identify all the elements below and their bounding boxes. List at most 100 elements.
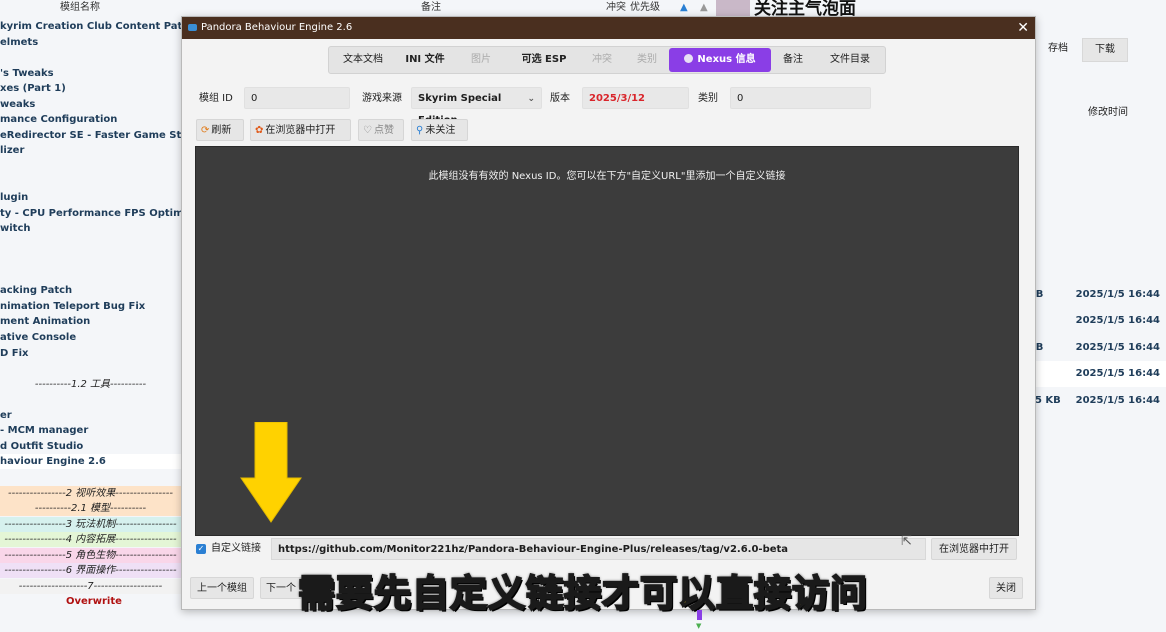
nexus-browser-view[interactable]: 此模组没有有效的 Nexus ID。您可以在下方"自定义URL"里添加一个自定义…: [195, 146, 1019, 536]
avatar: [716, 0, 750, 16]
download-row[interactable]: KB2025/1/5 16:44: [1028, 335, 1166, 361]
tab-0[interactable]: 文本文档: [329, 47, 397, 73]
dialog-title: Pandora Behaviour Engine 2.6: [201, 22, 353, 33]
mod-row[interactable]: ment Animation: [0, 314, 90, 329]
column-header-conflict[interactable]: 冲突: [606, 0, 626, 16]
column-header-modified-time[interactable]: 修改时间: [1088, 103, 1128, 118]
tab-archive[interactable]: 存档: [1036, 38, 1080, 60]
mod-row[interactable]: D Fix: [0, 346, 29, 361]
download-row[interactable]: 25 KB 2025/1/5 16:44: [1028, 388, 1166, 414]
tab-label: 可选 ESP: [521, 54, 567, 65]
tab-download[interactable]: 下载: [1082, 38, 1128, 62]
tab-5[interactable]: 类别: [625, 47, 669, 73]
mod-row[interactable]: d Outfit Studio: [0, 439, 83, 454]
game-source-select[interactable]: Skyrim Special Edition ⌄: [411, 87, 542, 126]
modified-date: 2025/1/5 16:44: [1075, 341, 1160, 353]
mod-id-field[interactable]: 0: [244, 87, 350, 109]
tab-6[interactable]: Nexus 信息: [669, 48, 771, 72]
tab-label: 图片: [471, 54, 491, 65]
progress-marker: [697, 610, 702, 620]
category-field[interactable]: 0: [730, 87, 871, 109]
video-subtitle: 需要先自定义链接才可以直接访问: [297, 571, 868, 616]
refresh-icon: ⟳: [201, 125, 210, 136]
category-label: 类别: [698, 93, 718, 104]
mod-row[interactable]: ative Console: [0, 330, 76, 345]
close-button[interactable]: 关闭: [989, 577, 1023, 599]
close-icon[interactable]: ✕: [1017, 17, 1029, 39]
tab-label: Nexus 信息: [697, 54, 756, 65]
modified-date: 2025/1/5 16:44: [1075, 315, 1160, 327]
column-header-mod-name[interactable]: 模组名称: [60, 0, 100, 16]
mod-row[interactable]: elmets: [0, 35, 38, 50]
sort-arrow-icon[interactable]: ▲: [680, 0, 688, 16]
open-custom-url-button[interactable]: 在浏览器中打开: [931, 538, 1017, 560]
modified-date: 2025/1/5 16:44: [1075, 368, 1160, 380]
custom-url-value: https://github.com/Monitor221hz/Pandora-…: [278, 544, 789, 555]
separator-row[interactable]: ----------1.2 工具----------: [0, 377, 181, 392]
no-nexus-id-message: 此模组没有有效的 Nexus ID。您可以在下方"自定义URL"里添加一个自定义…: [428, 171, 786, 182]
previous-mod-button[interactable]: 上一个模组: [190, 577, 254, 599]
tab-1[interactable]: INI 文件: [397, 47, 453, 73]
separator-row[interactable]: ----------------2 视听效果----------------: [0, 485, 181, 501]
version-label: 版本: [550, 93, 570, 104]
chevron-down-icon: ⌄: [527, 94, 535, 104]
pandora-info-dialog: Pandora Behaviour Engine 2.6 ✕ 文本文档 INI 文…: [181, 16, 1036, 610]
download-row[interactable]: KB2025/1/5 16:44: [1028, 282, 1166, 308]
mod-row[interactable]: lizer: [0, 143, 24, 158]
download-row[interactable]: B2025/1/5 16:44: [1028, 308, 1166, 334]
tab-label: 备注: [783, 54, 803, 65]
nexus-icon: ✿: [255, 125, 264, 136]
heart-icon: ♡: [363, 125, 372, 136]
column-header-notes[interactable]: 备注: [421, 0, 441, 16]
mod-row[interactable]: 's Tweaks: [0, 66, 54, 81]
mod-row[interactable]: witch: [0, 221, 31, 236]
custom-url-input[interactable]: https://github.com/Monitor221hz/Pandora-…: [271, 538, 926, 560]
mod-row[interactable]: ty - CPU Performance FPS Optimizer: [0, 206, 204, 221]
like-button[interactable]: ♡ 点赞: [358, 119, 404, 141]
separator-row[interactable]: -----------------6 界面操作-----------------: [0, 563, 181, 579]
sort-arrow-icon[interactable]: ▲: [700, 0, 708, 16]
separator-row[interactable]: -----------------5 角色生物-----------------: [0, 547, 181, 563]
tab-label: INI 文件: [405, 54, 445, 65]
tab-2[interactable]: 图片: [453, 47, 509, 73]
tab-label: 类别: [637, 54, 657, 65]
tab-8[interactable]: 文件目录: [815, 47, 885, 73]
modified-date: 2025/1/5 16:44: [1075, 394, 1160, 406]
mod-row[interactable]: mance Configuration: [0, 112, 117, 127]
custom-link-label: 自定义链接: [211, 543, 261, 554]
pin-icon: ⚲: [416, 125, 424, 136]
mod-row[interactable]: acking Patch: [0, 283, 72, 298]
next-mod-button[interactable]: 下一个: [260, 577, 302, 599]
app-icon: [188, 24, 197, 31]
mod-row[interactable]: er: [0, 408, 12, 423]
dialog-titlebar[interactable]: Pandora Behaviour Engine 2.6 ✕: [182, 17, 1035, 39]
mod-row[interactable]: nimation Teleport Bug Fix: [0, 299, 145, 314]
mod-row[interactable]: weaks: [0, 97, 35, 112]
version-field[interactable]: 2025/3/12: [582, 87, 689, 109]
separator-row[interactable]: -----------------3 玩法机制-----------------: [0, 516, 181, 532]
tab-7[interactable]: 备注: [771, 47, 815, 73]
separator-row[interactable]: -------------------7-------------------: [0, 578, 181, 594]
game-source-label: 游戏来源: [362, 93, 402, 104]
follow-button[interactable]: ⚲ 未关注: [411, 119, 468, 141]
custom-link-checkbox[interactable]: ✓: [196, 544, 206, 554]
tab-label: 文件目录: [830, 54, 870, 65]
column-header-priority[interactable]: 优先级: [630, 0, 660, 16]
tab-4[interactable]: 冲突: [579, 47, 625, 73]
download-row[interactable]: B2025/1/5 16:44: [1028, 361, 1166, 388]
refresh-button[interactable]: ⟳ 刷新: [196, 119, 244, 141]
separator-row[interactable]: ----------2.1 模型----------: [0, 501, 181, 517]
down-arrow-icon: [240, 422, 302, 523]
mod-row[interactable]: lugin: [0, 190, 28, 205]
mod-row[interactable]: - MCM manager: [0, 423, 88, 438]
tab-label: 文本文档: [343, 54, 383, 65]
mouse-cursor-icon: ⇱: [901, 534, 912, 549]
open-in-browser-button[interactable]: ✿ 在浏览器中打开: [250, 119, 351, 141]
separator-row[interactable]: -----------------4 内容拓展-----------------: [0, 532, 181, 548]
mod-row[interactable]: xes (Part 1): [0, 81, 66, 96]
mod-id-label: 模组 ID: [199, 93, 233, 104]
tab-3[interactable]: 可选 ESP: [509, 47, 579, 73]
mod-row[interactable]: haviour Engine 2.6: [0, 454, 181, 470]
overwrite-row[interactable]: Overwrite: [66, 594, 122, 609]
mod-row[interactable]: kyrim Creation Club Content Patches: [0, 19, 208, 34]
